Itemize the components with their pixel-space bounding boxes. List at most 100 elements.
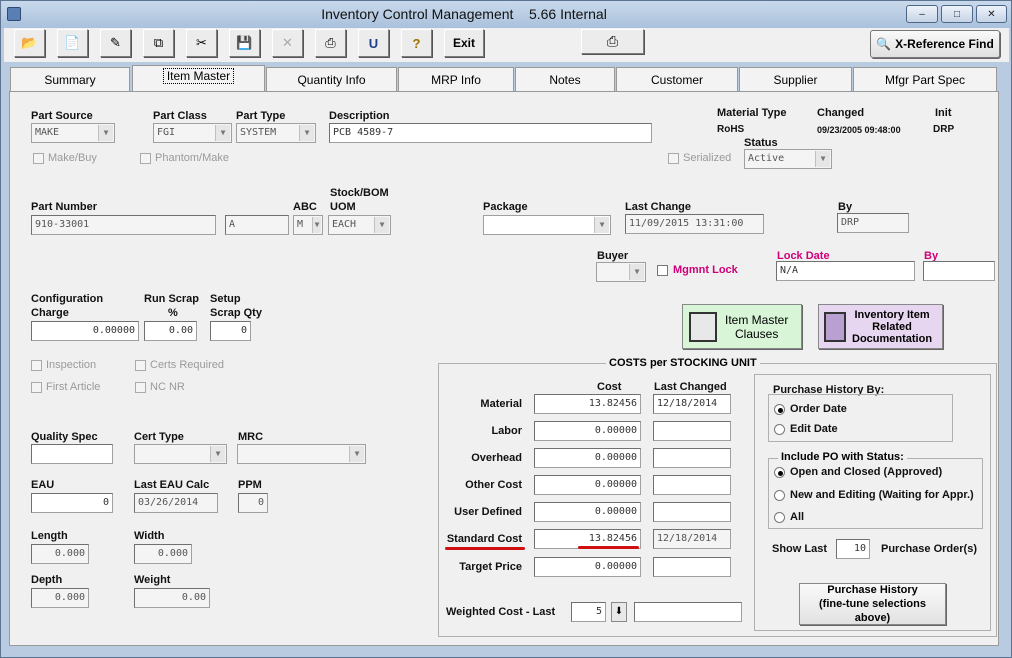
uom-select[interactable]: EACH ▼	[328, 215, 391, 235]
length-field[interactable]: 0.000	[31, 544, 89, 564]
cost-field-other[interactable]: 0.00000	[534, 475, 641, 495]
open-icon: 📂	[21, 35, 38, 50]
cost-field-material[interactable]: 13.82456	[534, 394, 641, 414]
width-field[interactable]: 0.000	[134, 544, 192, 564]
undo-button[interactable]: U	[358, 29, 389, 57]
last-eau-calc-field[interactable]: 03/26/2014	[134, 493, 218, 513]
weighted-cost-field[interactable]	[634, 602, 742, 622]
tab-quantity-info[interactable]: Quantity Info	[266, 67, 397, 91]
part-class-select[interactable]: FGI ▼	[153, 123, 232, 143]
chevron-down-icon: ▼	[215, 125, 230, 141]
date-field-overhead[interactable]	[653, 448, 731, 468]
abc-select[interactable]: M ▼	[293, 215, 323, 235]
ncnr-checkbox[interactable]: NC NR	[135, 381, 185, 393]
purchase-history-button[interactable]: Purchase History (fine-tune selections abo…	[799, 583, 946, 625]
part-source-select[interactable]: MAKE ▼	[31, 123, 115, 143]
date-field-standard[interactable]: 12/18/2014	[653, 529, 731, 549]
date-field-material[interactable]: 12/18/2014	[653, 394, 731, 414]
date-field-other[interactable]	[653, 475, 731, 495]
edit-button[interactable]: ✎	[100, 29, 131, 57]
status-select[interactable]: Active ▼	[744, 149, 832, 169]
part-type-select[interactable]: SYSTEM ▼	[236, 123, 316, 143]
inspection-checkbox[interactable]: Inspection	[31, 359, 96, 371]
tab-notes[interactable]: Notes	[515, 67, 615, 91]
edit-date-radio[interactable]: Edit Date	[774, 423, 838, 435]
tab-item-master[interactable]: Item Master	[132, 65, 265, 91]
print-button[interactable]: ⎙	[581, 29, 644, 54]
new-button[interactable]: 📄	[57, 29, 88, 57]
eau-field[interactable]: 0	[31, 493, 113, 513]
tab-supplier[interactable]: Supplier	[739, 67, 852, 91]
quality-spec-field[interactable]	[31, 444, 113, 464]
buyer-select[interactable]: ▼	[596, 262, 646, 282]
tab-mfgr-part-spec[interactable]: Mfgr Part Spec	[853, 67, 997, 91]
package-select[interactable]: ▼	[483, 215, 611, 235]
mrc-select[interactable]: ▼	[237, 444, 366, 464]
cost-field-labor[interactable]: 0.00000	[534, 421, 641, 441]
revision-field[interactable]: A	[225, 215, 289, 235]
spinner-down-icon[interactable]: ⬇	[611, 602, 627, 622]
clauses-line-2: Clauses	[735, 326, 779, 341]
tab-customer[interactable]: Customer	[616, 67, 738, 91]
search-icon: 🔍	[876, 37, 892, 51]
date-field-user-defined[interactable]	[653, 502, 731, 522]
description-field[interactable]: PCB 4589-7	[329, 123, 652, 143]
cost-field-target-price[interactable]: 0.00000	[534, 557, 641, 577]
certs-required-checkbox[interactable]: Certs Required	[135, 359, 224, 371]
phantom-make-checkbox[interactable]: Phantom/Make	[140, 152, 229, 164]
all-radio[interactable]: All	[774, 511, 804, 523]
lock-date-field[interactable]: N/A	[776, 261, 915, 281]
depth-field[interactable]: 0.000	[31, 588, 89, 608]
lock-by-field[interactable]	[923, 261, 995, 281]
date-field-labor[interactable]	[653, 421, 731, 441]
cert-type-select[interactable]: ▼	[134, 444, 227, 464]
last-change-field[interactable]: 11/09/2015 13:31:00	[625, 214, 764, 234]
ppm-field[interactable]: 0	[238, 493, 268, 513]
xref-find-button[interactable]: 🔍 X-Reference Find	[870, 30, 1000, 58]
delete-button[interactable]: ✕	[272, 29, 303, 57]
run-scrap-field[interactable]: 0.00	[144, 321, 197, 341]
copy-button[interactable]: ⧉	[143, 29, 174, 57]
tab-mrp-info[interactable]: MRP Info	[398, 67, 514, 91]
setup-scrap-field[interactable]: 0	[210, 321, 251, 341]
open-closed-radio[interactable]: Open and Closed (Approved)	[774, 466, 942, 478]
new-editing-radio[interactable]: New and Editing (Waiting for Appr.)	[774, 489, 974, 501]
serialized-checkbox[interactable]: Serialized	[668, 152, 731, 164]
material-type-label: Material Type	[717, 107, 787, 119]
ncnr-label: NC NR	[150, 381, 185, 393]
save-button[interactable]: 💾	[229, 29, 260, 57]
related-documentation-button[interactable]: Inventory Item Related Documentation	[818, 304, 943, 349]
checkbox-box	[668, 152, 679, 164]
make-buy-checkbox[interactable]: Make/Buy	[33, 152, 97, 164]
by-field[interactable]: DRP	[837, 213, 909, 233]
weighted-cost-count[interactable]: 5	[571, 602, 606, 622]
date-field-target-price[interactable]	[653, 557, 731, 577]
exit-button[interactable]: Exit	[444, 29, 484, 57]
minimize-button[interactable]: –	[906, 5, 938, 23]
radio-dot	[774, 466, 785, 478]
chevron-down-icon: ▼	[312, 217, 321, 233]
purchase-history-line-1: Purchase History	[827, 584, 918, 596]
item-master-clauses-button[interactable]: Item Master Clauses	[682, 304, 802, 349]
uom-label-1: Stock/BOM	[330, 187, 389, 199]
mgmnt-lock-checkbox[interactable]: Mgmnt Lock	[657, 264, 738, 276]
buyer-label: Buyer	[597, 250, 629, 262]
chevron-down-icon: ▼	[815, 151, 830, 167]
first-article-checkbox[interactable]: First Article	[31, 381, 100, 393]
config-charge-field[interactable]: 0.00000	[31, 321, 139, 341]
cost-field-user-defined[interactable]: 0.00000	[534, 502, 641, 522]
help-button[interactable]: ?	[401, 29, 432, 57]
cut-button[interactable]: ✂	[186, 29, 217, 57]
maximize-button[interactable]: □	[941, 5, 973, 23]
tab-summary[interactable]: Summary	[10, 67, 130, 91]
weight-field[interactable]: 0.00	[134, 588, 210, 608]
part-number-field[interactable]: 910-33001	[31, 215, 216, 235]
close-button[interactable]: ✕	[976, 5, 1007, 23]
radio-dot	[774, 489, 785, 501]
print-toolbar-button[interactable]: ⎙	[315, 29, 346, 57]
cost-field-overhead[interactable]: 0.00000	[534, 448, 641, 468]
order-date-radio[interactable]: Order Date	[774, 403, 847, 415]
show-last-field[interactable]: 10	[836, 539, 870, 559]
open-button[interactable]: 📂	[14, 29, 45, 57]
ppm-label: PPM	[238, 479, 262, 491]
